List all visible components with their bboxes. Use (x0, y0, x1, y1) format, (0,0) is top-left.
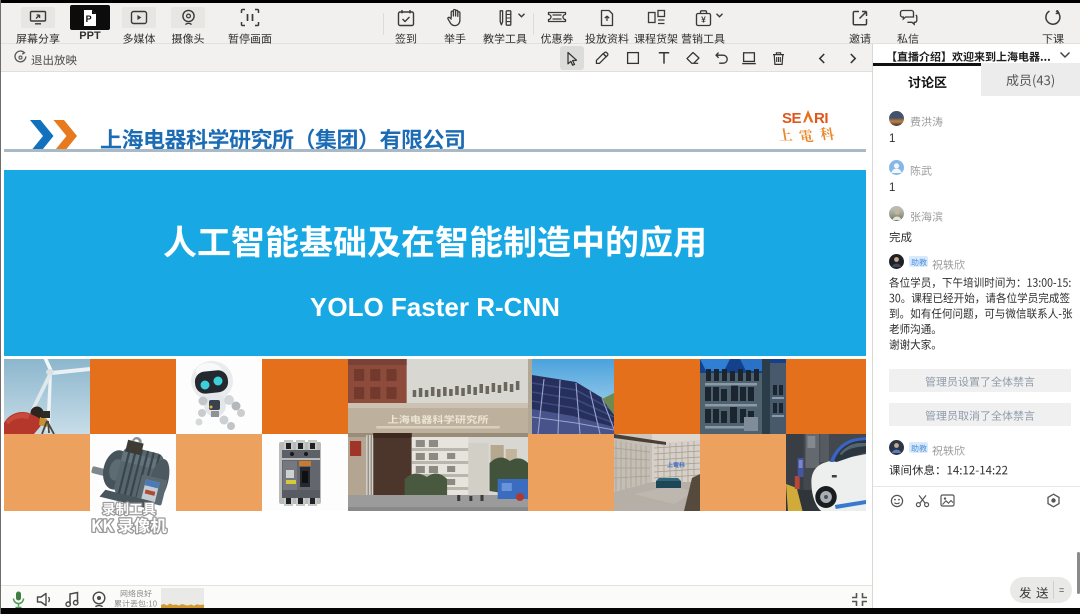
svg-text:SE: SE (782, 110, 802, 127)
svg-text:P: P (86, 14, 92, 24)
svg-text:¥: ¥ (701, 14, 706, 24)
svg-text:RI: RI (814, 110, 828, 127)
